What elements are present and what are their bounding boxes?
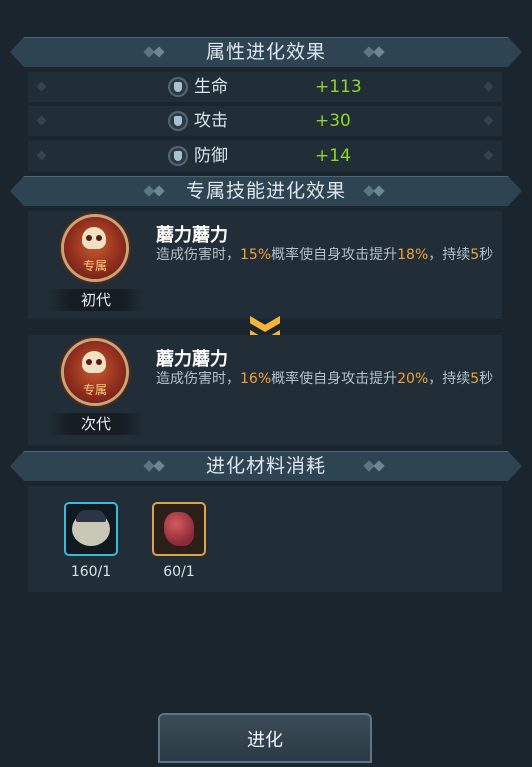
diamond-icon — [483, 115, 494, 126]
heart-shield-icon — [168, 77, 188, 97]
ornament-icon — [365, 185, 387, 197]
diamond-icon — [36, 115, 47, 126]
material-count: 60/1 — [163, 564, 195, 580]
stat-value: +113 — [315, 77, 362, 97]
materials-panel: 160/1 60/1 — [28, 486, 502, 592]
stat-row-attack: 攻击 +30 — [28, 106, 502, 136]
stat-value: +30 — [315, 111, 351, 131]
sword-shield-icon — [168, 111, 188, 131]
skill-description: 造成伤害时，16%概率使自身攻击提升20%，持续5秒 — [156, 371, 494, 387]
emblem-tag: 专属 — [82, 259, 107, 273]
materials-header: 进化材料消耗 — [10, 451, 522, 481]
stat-row-hp: 生命 +113 — [28, 72, 502, 102]
stat-value: +14 — [315, 146, 351, 166]
ornament-icon — [365, 46, 387, 58]
skill-header: 专属技能进化效果 — [10, 176, 522, 206]
stat-label: 生命 — [194, 77, 228, 97]
skill-name: 蘑力蘑力 — [156, 225, 228, 246]
material-count: 160/1 — [70, 564, 112, 580]
skull-icon — [82, 351, 106, 373]
red-crystal-icon — [164, 512, 194, 546]
skill-emblem: 专属 — [64, 217, 126, 279]
stat-label: 攻击 — [194, 111, 228, 131]
skill-card-second-gen: 专属 次代 蘑力蘑力 造成伤害时，16%概率使自身攻击提升20%，持续5秒 — [28, 335, 502, 445]
generation-label: 初代 — [46, 289, 146, 311]
diamond-icon — [483, 81, 494, 92]
material-slot[interactable] — [152, 502, 206, 556]
attributes-title: 属性进化效果 — [205, 41, 326, 63]
ornament-icon — [365, 460, 387, 472]
skill-description: 造成伤害时，15%概率使自身攻击提升18%，持续5秒 — [156, 247, 494, 263]
skill-card-first-gen: 专属 初代 蘑力蘑力 造成伤害时，15%概率使自身攻击提升18%，持续5秒 — [28, 211, 502, 319]
diamond-icon — [36, 150, 47, 161]
skill-title: 专属技能进化效果 — [185, 180, 346, 202]
skill-name: 蘑力蘑力 — [156, 349, 228, 370]
emblem-tag: 专属 — [82, 383, 107, 397]
evolve-button[interactable]: 进化 — [158, 713, 372, 763]
attributes-header: 属性进化效果 — [10, 37, 522, 67]
material-slot[interactable] — [64, 502, 118, 556]
diamond-icon — [483, 150, 494, 161]
stat-label: 防御 — [194, 146, 228, 166]
materials-title: 进化材料消耗 — [205, 455, 326, 477]
generation-label: 次代 — [46, 413, 146, 435]
diamond-icon — [36, 81, 47, 92]
skill-emblem: 专属 — [64, 341, 126, 403]
mushroom-hero-icon — [72, 510, 110, 546]
armor-shield-icon — [168, 146, 188, 166]
skull-icon — [82, 227, 106, 249]
stat-row-defense: 防御 +14 — [28, 141, 502, 171]
